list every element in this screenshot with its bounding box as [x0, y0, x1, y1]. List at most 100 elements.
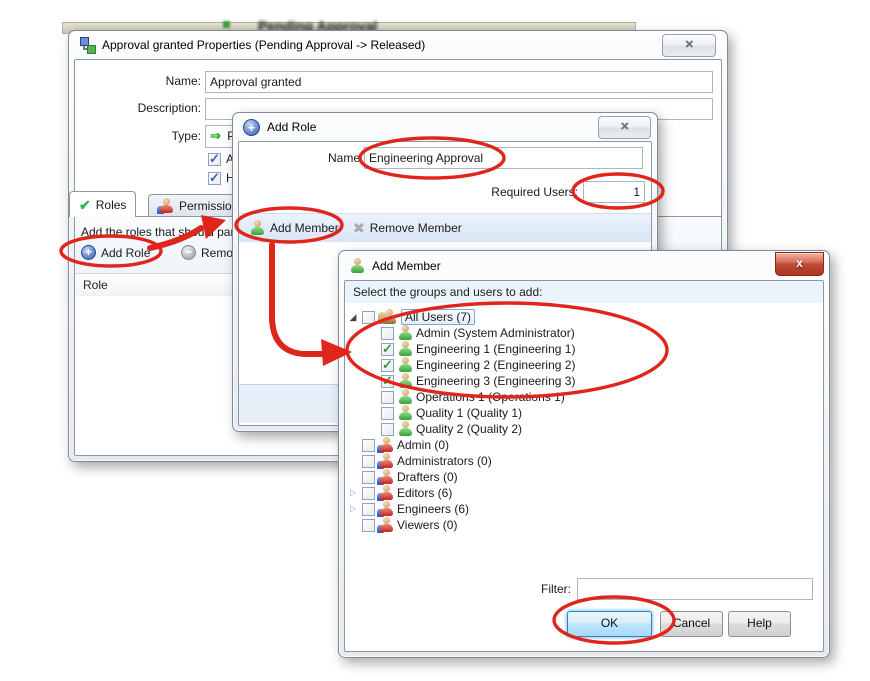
user-icon: [397, 325, 413, 341]
remove-member-button-label: Remove Member: [370, 221, 462, 235]
tree-checkbox[interactable]: [381, 423, 394, 436]
user-icon: [249, 220, 265, 236]
properties-dialog-title: Approval granted Properties (Pending App…: [102, 38, 425, 52]
tree-item[interactable]: Admin (0): [345, 437, 823, 453]
plus-icon: [81, 245, 96, 260]
member-toolbar: Add Member Remove Member: [239, 213, 651, 243]
tree-item[interactable]: Engineers (6): [345, 501, 823, 517]
tree-checkbox[interactable]: [381, 343, 394, 356]
tree-item[interactable]: Engineering 2 (Engineering 2): [345, 357, 823, 373]
tree-checkbox[interactable]: [362, 471, 375, 484]
tab-roles-label: Roles: [96, 194, 127, 216]
add-role-dialog-icon: [243, 119, 260, 136]
tree-groups: Admin (0)Administrators (0) Drafters (0) E…: [345, 437, 823, 533]
permissions-people-icon: [158, 198, 174, 214]
required-users-label: Required Users:: [339, 185, 578, 199]
tree-item[interactable]: Admin (System Administrator): [345, 325, 823, 341]
close-button[interactable]: ✕: [598, 116, 651, 139]
tree-item[interactable]: Drafters (0): [345, 469, 823, 485]
remove-x-icon: [353, 221, 365, 235]
tree-checkbox[interactable]: [362, 439, 375, 452]
auto-checkbox[interactable]: [208, 153, 221, 166]
tree-checkbox[interactable]: [381, 327, 394, 340]
filter-input[interactable]: [577, 578, 813, 600]
minus-icon: [181, 245, 196, 260]
workflow-transition-icon: [79, 37, 95, 53]
tree-item[interactable]: Operations 1 (Operations 1): [345, 389, 823, 405]
add-member-dialog-title: Add Member: [372, 259, 441, 273]
parallel-arrow-icon: [210, 129, 221, 143]
expand-icon[interactable]: [347, 485, 359, 501]
name-label: Name:: [79, 74, 201, 88]
tree-item[interactable]: Editors (6): [345, 485, 823, 501]
screenshot-stage: Pending Approval Approval granted Proper…: [0, 0, 870, 681]
tree-item-all-users[interactable]: All Users (7): [345, 309, 823, 325]
add-role-button[interactable]: Add Role: [81, 245, 150, 260]
tree-checkbox[interactable]: [362, 487, 375, 500]
user-icon: [397, 341, 413, 357]
tree-checkbox[interactable]: [381, 359, 394, 372]
tree-item[interactable]: Engineering 1 (Engineering 1): [345, 341, 823, 357]
tree-item-label: Engineering 2 (Engineering 2): [416, 358, 575, 372]
add-member-button[interactable]: Add Member: [243, 217, 345, 239]
add-member-dialog: Add Member x Select the groups and users…: [338, 250, 830, 658]
role-name-label: Name: [239, 151, 360, 165]
filter-label: Filter:: [471, 582, 571, 596]
tree-item-label: All Users (7): [401, 309, 475, 325]
tree-item-label: Admin (System Administrator): [416, 326, 575, 340]
expand-icon[interactable]: [347, 501, 359, 517]
ok-button[interactable]: OK: [567, 611, 652, 637]
tree-item[interactable]: Engineering 3 (Engineering 3): [345, 373, 823, 389]
type-label: Type:: [79, 129, 201, 143]
hide-checkbox[interactable]: [208, 172, 221, 185]
checkmark-icon: [79, 198, 91, 212]
name-field[interactable]: Approval granted: [205, 71, 713, 93]
group-icon: [378, 453, 394, 469]
tree-checkbox[interactable]: [381, 375, 394, 388]
properties-dialog-titlebar[interactable]: Approval granted Properties (Pending App…: [69, 31, 727, 59]
tree-checkbox[interactable]: [362, 455, 375, 468]
close-button-red[interactable]: x: [775, 252, 824, 276]
tree-item-label: Viewers (0): [397, 518, 457, 532]
add-role-dialog-title: Add Role: [267, 120, 316, 134]
tree-checkbox[interactable]: [381, 407, 394, 420]
tree-item[interactable]: Quality 2 (Quality 2): [345, 421, 823, 437]
collapse-icon[interactable]: [347, 309, 359, 326]
add-role-dialog-titlebar[interactable]: Add Role: [233, 113, 657, 141]
user-icon: [397, 405, 413, 421]
tree-item[interactable]: Administrators (0): [345, 453, 823, 469]
tree-item-label: Administrators (0): [397, 454, 492, 468]
user-icon: [397, 357, 413, 373]
tree-item-label: Engineers (6): [397, 502, 469, 516]
tree-item-label: Operations 1 (Operations 1): [416, 390, 565, 404]
remove-member-button[interactable]: Remove Member: [347, 217, 468, 239]
tree-item-label: Drafters (0): [397, 470, 458, 484]
add-member-dialog-titlebar[interactable]: Add Member: [339, 251, 829, 280]
tree-checkbox[interactable]: [362, 311, 375, 324]
tree-item-label: Editors (6): [397, 486, 452, 500]
tab-roles[interactable]: Roles: [69, 191, 136, 217]
user-icon: [397, 373, 413, 389]
user-tree[interactable]: All Users (7) Admin (System Administrato…: [345, 303, 823, 563]
select-users-header: Select the groups and users to add:: [345, 281, 823, 304]
tree-item[interactable]: Quality 1 (Quality 1): [345, 405, 823, 421]
help-button[interactable]: Help: [728, 611, 791, 637]
background-window-icon: [223, 21, 230, 28]
close-button[interactable]: ✕: [662, 34, 716, 57]
role-name-field[interactable]: Engineering Approval: [364, 147, 643, 169]
description-label: Description:: [79, 101, 201, 115]
cancel-button[interactable]: Cancel: [660, 611, 723, 637]
add-member-dialog-body: Select the groups and users to add: All …: [344, 280, 824, 652]
tree-checkbox[interactable]: [381, 391, 394, 404]
required-users-field[interactable]: 1: [583, 181, 645, 203]
add-member-button-label: Add Member: [270, 221, 339, 235]
tree-item-label: Quality 2 (Quality 2): [416, 422, 522, 436]
tree-item-label: Engineering 1 (Engineering 1): [416, 342, 575, 356]
all-users-group-icon: [378, 309, 398, 325]
tree-item[interactable]: Viewers (0): [345, 517, 823, 533]
group-icon: [378, 517, 394, 533]
add-role-button-label: Add Role: [101, 246, 150, 260]
tree-checkbox[interactable]: [362, 519, 375, 532]
tree-checkbox[interactable]: [362, 503, 375, 516]
user-icon: [397, 421, 413, 437]
